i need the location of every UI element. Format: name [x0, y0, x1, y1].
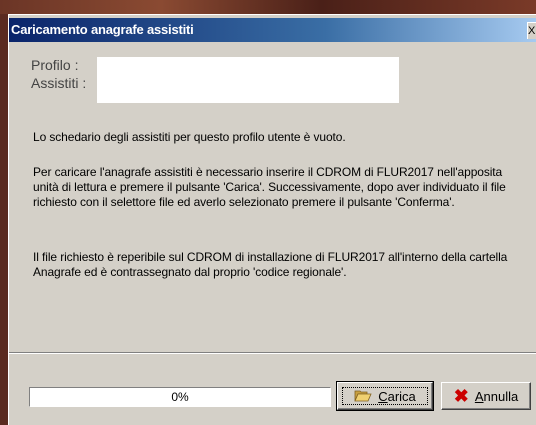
message-file-location: Il file richiesto è reperibile sul CDROM…: [33, 250, 508, 279]
dialog-window: Caricamento anagrafe assistiti X Profilo…: [8, 14, 536, 425]
carica-mnemonic: C: [378, 388, 388, 404]
profile-label: Profilo :: [31, 57, 79, 73]
close-icon: X: [528, 25, 536, 37]
red-x-icon: ✖: [453, 386, 469, 406]
carica-label-rest: arica: [387, 388, 416, 404]
desktop-background: [0, 0, 536, 14]
progress-text: 0%: [171, 390, 189, 404]
close-button[interactable]: X: [527, 22, 536, 39]
annulla-label-rest: nnulla: [483, 388, 519, 404]
separator: [9, 352, 536, 354]
carica-button[interactable]: Carica: [336, 381, 434, 411]
annulla-button[interactable]: ✖ Annulla: [441, 382, 531, 410]
message-instructions: Per caricare l'anagrafe assistiti è nece…: [33, 165, 506, 209]
window-title: Caricamento anagrafe assistiti: [11, 22, 194, 37]
annulla-label: Annulla: [475, 389, 518, 404]
folder-open-icon: [354, 390, 372, 402]
profile-info-box: [97, 57, 399, 103]
assistiti-label: Assistiti :: [31, 75, 87, 91]
annulla-mnemonic: A: [474, 388, 484, 404]
carica-label: Carica: [378, 389, 416, 404]
message-empty-archive: Lo schedario degli assistiti per questo …: [33, 130, 346, 144]
title-bar[interactable]: Caricamento anagrafe assistiti X: [9, 18, 536, 42]
progress-bar: 0%: [29, 387, 331, 407]
